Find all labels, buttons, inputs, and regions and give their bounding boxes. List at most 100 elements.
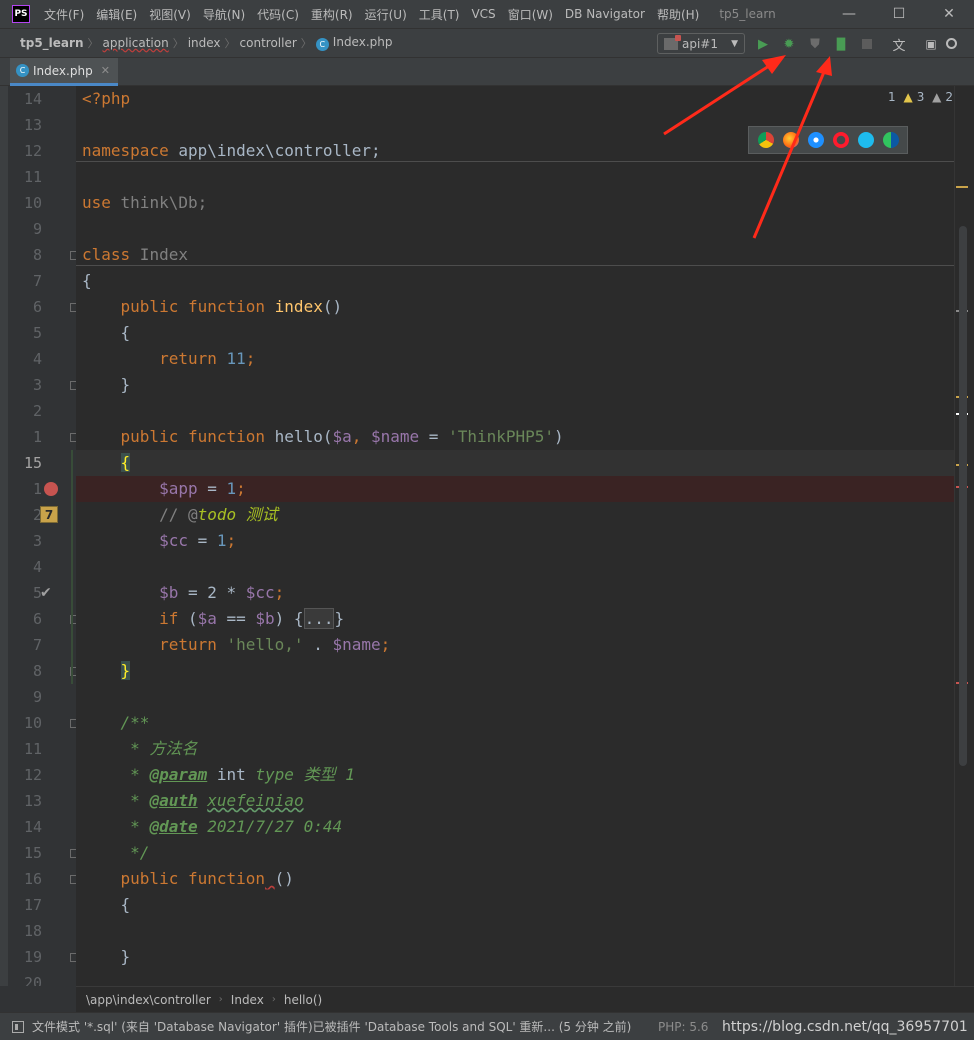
menu-file[interactable]: 文件(F) bbox=[38, 6, 90, 23]
code-text: $b = 2 * $cc; bbox=[82, 580, 284, 606]
php-version[interactable]: PHP: 5.6 bbox=[658, 1020, 708, 1034]
breadcrumb-index[interactable]: index bbox=[184, 36, 225, 50]
tab-index-php[interactable]: C Index.php ✕ bbox=[10, 58, 118, 86]
menu-refactor[interactable]: 重构(R) bbox=[305, 6, 359, 23]
menu-view[interactable]: 视图(V) bbox=[143, 6, 197, 23]
code-line[interactable] bbox=[76, 164, 954, 190]
code-token: class bbox=[82, 245, 131, 264]
code-token: $name bbox=[332, 635, 381, 654]
breadcrumb-project[interactable]: tp5_learn bbox=[0, 36, 88, 50]
status-message[interactable]: 文件模式 '*.sql' (来自 'Database Navigator' 插件… bbox=[32, 1018, 631, 1035]
code-token: ... bbox=[303, 608, 335, 629]
code-line[interactable]: $app = 1; bbox=[76, 476, 954, 502]
run-icon[interactable]: ▶ bbox=[754, 35, 772, 53]
code-line[interactable]: { bbox=[76, 450, 954, 476]
edge-icon[interactable] bbox=[882, 132, 899, 148]
code-line[interactable]: public function () bbox=[76, 866, 954, 892]
code-text: */ bbox=[82, 840, 149, 866]
translate-icon[interactable]: 文 bbox=[890, 35, 908, 54]
code-line[interactable] bbox=[76, 918, 954, 944]
code-line[interactable] bbox=[76, 554, 954, 580]
maximize-button[interactable]: ☐ bbox=[874, 0, 924, 28]
code-text: return 'hello,' . $name; bbox=[82, 632, 390, 658]
minimize-button[interactable]: — bbox=[824, 0, 874, 28]
code-text: return 11; bbox=[82, 346, 255, 372]
todo-badge[interactable]: 7 bbox=[40, 506, 58, 523]
code-line[interactable] bbox=[76, 216, 954, 242]
tool-windows-icon[interactable] bbox=[12, 1020, 24, 1033]
menu-edit[interactable]: 编辑(E) bbox=[90, 6, 143, 23]
code-text: } bbox=[82, 658, 131, 684]
code-line[interactable]: } bbox=[76, 944, 954, 970]
code-line[interactable] bbox=[76, 970, 954, 986]
close-button[interactable]: ✕ bbox=[924, 0, 974, 28]
breadcrumb-application[interactable]: application bbox=[99, 36, 173, 50]
code-line[interactable]: */ bbox=[76, 840, 954, 866]
chrome-icon[interactable] bbox=[757, 132, 774, 148]
code-line[interactable]: return 'hello,' . $name; bbox=[76, 632, 954, 658]
code-line[interactable]: public function hello($a, $name = 'Think… bbox=[76, 424, 954, 450]
code-line[interactable]: { bbox=[76, 268, 954, 294]
menu-db-navigator[interactable]: DB Navigator bbox=[559, 7, 651, 21]
breadcrumb-controller[interactable]: controller bbox=[236, 36, 301, 50]
stripe-marker[interactable] bbox=[956, 186, 968, 188]
search-icon[interactable] bbox=[946, 38, 957, 49]
code-line[interactable]: * @auth xuefeiniao bbox=[76, 788, 954, 814]
code-line[interactable]: $b = 2 * $cc; bbox=[76, 580, 954, 606]
profile-icon[interactable]: ▐▌ bbox=[832, 35, 850, 53]
code-line[interactable]: // @todo 测试 bbox=[76, 502, 954, 528]
code-line[interactable]: * 方法名 bbox=[76, 736, 954, 762]
stop-icon[interactable] bbox=[862, 39, 872, 49]
code-editor[interactable]: 1 ▲3 ▲2 ✔1 ⌃ ⌄ <?phpnamespace app\index\… bbox=[76, 86, 954, 986]
breadcrumb-file[interactable]: C Index.php bbox=[312, 35, 397, 51]
close-tab-icon[interactable]: ✕ bbox=[101, 64, 110, 77]
code-line[interactable]: * @param int type 类型 1 bbox=[76, 762, 954, 788]
code-line[interactable] bbox=[76, 398, 954, 424]
code-line[interactable]: { bbox=[76, 892, 954, 918]
editor-gutter[interactable]: 14 13 12 11 10 9 8 7 6 5 4 3 2 1 15 1 2 3 4 5 6 7 8 9 10 11 12 13 14… bbox=[8, 86, 79, 992]
code-line[interactable]: { bbox=[76, 320, 954, 346]
code-text: if ($a == $b) {...} bbox=[82, 606, 344, 632]
code-token: * bbox=[120, 817, 150, 836]
code-line[interactable]: if ($a == $b) {...} bbox=[76, 606, 954, 632]
breadcrumb-namespace[interactable]: \app\index\controller bbox=[86, 993, 211, 1007]
breadcrumb-method[interactable]: hello() bbox=[284, 993, 322, 1007]
code-text: public function index() bbox=[82, 294, 343, 320]
code-token: */ bbox=[120, 843, 150, 862]
code-line[interactable]: } bbox=[76, 658, 954, 684]
menu-run[interactable]: 运行(U) bbox=[359, 6, 413, 23]
debug-icon[interactable]: ✹ bbox=[780, 35, 798, 53]
vcs-change-marker[interactable] bbox=[71, 450, 73, 684]
code-text: * 方法名 bbox=[82, 736, 197, 762]
internet-explorer-icon[interactable] bbox=[857, 132, 874, 148]
code-token: { bbox=[82, 271, 92, 290]
error-stripe[interactable] bbox=[954, 86, 974, 986]
line-number: 16 bbox=[23, 870, 42, 888]
menu-code[interactable]: 代码(C) bbox=[251, 6, 305, 23]
menu-tools[interactable]: 工具(T) bbox=[413, 6, 466, 23]
code-line[interactable] bbox=[76, 684, 954, 710]
run-configuration-select[interactable]: api#1 ▼ bbox=[657, 33, 745, 54]
opera-icon[interactable] bbox=[832, 132, 849, 148]
code-line[interactable]: * @date 2021/7/27 0:44 bbox=[76, 814, 954, 840]
coverage-icon[interactable]: ⛊ bbox=[806, 35, 824, 53]
phpstorm-logo-icon: PS bbox=[12, 5, 30, 23]
code-line[interactable]: use think\Db; bbox=[76, 190, 954, 216]
menu-navigate[interactable]: 导航(N) bbox=[197, 6, 251, 23]
firefox-icon[interactable] bbox=[782, 132, 799, 148]
breadcrumb-class[interactable]: Index bbox=[231, 993, 264, 1007]
breakpoint-icon[interactable] bbox=[44, 482, 58, 496]
code-line[interactable]: public function index() bbox=[76, 294, 954, 320]
code-line[interactable]: <?php bbox=[76, 86, 954, 112]
code-line[interactable]: /** bbox=[76, 710, 954, 736]
code-line[interactable]: return 11; bbox=[76, 346, 954, 372]
menu-vcs[interactable]: VCS bbox=[465, 7, 501, 21]
menu-help[interactable]: 帮助(H) bbox=[651, 6, 705, 23]
code-line[interactable]: $cc = 1; bbox=[76, 528, 954, 554]
code-line[interactable]: } bbox=[76, 372, 954, 398]
layout-icon[interactable]: ▣ bbox=[922, 35, 940, 53]
safari-icon[interactable] bbox=[807, 132, 824, 148]
menu-window[interactable]: 窗口(W) bbox=[502, 6, 559, 23]
vertical-scrollbar-thumb[interactable] bbox=[959, 226, 967, 766]
